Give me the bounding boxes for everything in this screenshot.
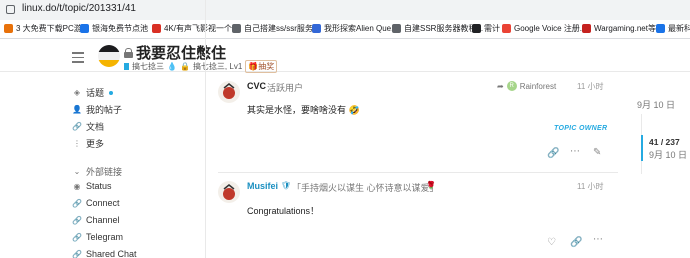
drop-icon: 💧 [167,62,177,71]
post-time[interactable]: 11 小时 [577,81,604,92]
bookmark-item[interactable]: 我形探索Alien Que... [312,23,398,34]
bookmark-favicon-icon [656,24,665,33]
bookmark-item[interactable]: Wargaming.net等... [582,23,663,34]
bookmark-favicon-icon [232,24,241,33]
sidebar-link-status[interactable]: ◉ Status [70,181,112,191]
post-user-title: 「手持烟火以谋生 心怀诗意以谋爱」 [292,183,439,193]
chevron-down-icon: ⌄ [73,167,81,176]
copy-link-icon[interactable]: 🔗 [547,148,559,159]
timeline-position: 41 / 237 [649,137,680,147]
bookmark-favicon-icon [502,24,511,33]
bookmark-favicon-icon [80,24,89,33]
sidebar-section-external-links[interactable]: ⌄ 外部链接 [70,165,122,178]
copy-link-icon[interactable]: 🔗 [570,237,582,248]
sidebar-link-channel[interactable]: 🔗 Channel [70,215,120,225]
bookmark-item[interactable]: Google Voice 注册... [502,23,586,34]
lock-icon [124,47,133,58]
bookmark-favicon-icon [582,24,591,33]
timeline-handle[interactable] [641,135,643,161]
more-icon: ⋮ [73,139,81,148]
bookmark-item[interactable]: 4K/有声飞影视一个... [152,23,239,34]
content-divider [205,0,206,258]
sidebar-link-connect[interactable]: 🔗 Connect [70,198,120,208]
bookmark-favicon-icon [392,24,401,33]
site-logo[interactable] [98,45,120,67]
topic-owner-badge: TOPIC OWNER [554,125,608,132]
bookmark-favicon-icon [152,24,161,33]
bookmark-item[interactable]: 银海免费节点池 [80,23,148,34]
lock-small-icon: 🔒 [179,62,190,71]
link-icon: 🔗 [72,215,82,225]
layers-icon: ◈ [73,88,81,97]
avatar[interactable] [218,81,240,103]
site-info-icon[interactable] [6,5,15,14]
reply-to[interactable]: ➦ R Rainforest [497,81,556,91]
sidebar-item-docs[interactable]: 🔗 文档 [70,120,104,133]
bookmarks-bar: 3 大免费下载PC游... 银海免费节点池 4K/有声飞影视一个... 自己搭建… [0,20,690,39]
tag-badge[interactable]: 🎁 抽奖 [245,60,278,73]
bookmark-item[interactable]: 自己搭建ss/ssr服务... [232,23,320,34]
user-icon: 👤 [72,105,82,114]
url-text[interactable]: linux.do/t/topic/201331/41 [22,3,136,14]
hamburger-menu-icon[interactable] [72,52,84,63]
bookmark-item[interactable]: 最新科 [656,23,690,34]
gift-icon: 🎁 [248,62,259,71]
post-user-title: 活跃用户 [267,83,304,93]
like-icon[interactable]: ♡ [547,237,556,248]
sidebar-link-shared-chat[interactable]: 🔗 Shared Chat [70,249,137,258]
eye-icon: ◉ [73,181,81,191]
flower-icon: 🌹 [426,181,436,190]
post-separator [218,172,618,173]
more-actions-icon[interactable]: ⋯ [570,146,580,157]
category-color-icon [124,63,129,70]
link-icon: 🔗 [72,249,82,258]
breadcrumb-subcategory[interactable]: 搞七捻三, Lv1 [193,61,242,72]
more-actions-icon[interactable]: ⋯ [593,234,603,245]
post-body: Congratulations！ [247,206,320,216]
breadcrumb: 搞七捻三 💧 🔒 搞七捻三, Lv1 🎁 抽奖 [124,60,278,73]
sidebar-item-topics[interactable]: ◈ 话题 [70,86,114,99]
link-icon: 🔗 [72,122,82,131]
reply-avatar: R [506,81,517,91]
sidebar-item-more[interactable]: ⋮ 更多 [70,137,104,150]
post-username[interactable]: Musifei [247,181,278,191]
reply-arrow-icon: ➦ [497,81,504,91]
timeline-start-date[interactable]: 9月 10 日 [637,98,675,111]
post-body: 其实是水怪，要啥啥没有 🤣 [247,105,360,115]
shield-icon: 🛡 [281,181,292,190]
avatar[interactable] [218,181,240,203]
bookmark-favicon-icon [312,24,321,33]
sidebar-item-my-posts[interactable]: 👤 我的帖子 [70,103,122,116]
bookmark-favicon-icon [4,24,13,33]
site-header: 我要忍住憋住 搞七捻三 💧 🔒 搞七捻三, Lv1 🎁 抽奖 [0,40,690,73]
link-icon: 🔗 [72,232,82,242]
breadcrumb-category[interactable]: 搞七捻三 [132,61,164,72]
sidebar-link-telegram[interactable]: 🔗 Telegram [70,232,123,242]
link-icon: 🔗 [72,198,82,208]
address-bar[interactable]: linux.do/t/topic/201331/41 [0,0,690,20]
unread-dot-icon [109,90,114,95]
post-username[interactable]: CVC [247,81,266,91]
timeline-current-date: 9月 10 日 [649,150,688,160]
bookmark-item[interactable]: 自建SSR服务器教程... [392,23,483,34]
edit-icon[interactable]: ✎ [593,147,601,158]
bookmark-favicon-icon [472,24,481,33]
post-time[interactable]: 11 小时 [577,181,604,192]
bookmark-item[interactable]: 需计 [472,23,500,34]
bookmark-item[interactable]: 3 大免费下载PC游... [4,23,88,34]
